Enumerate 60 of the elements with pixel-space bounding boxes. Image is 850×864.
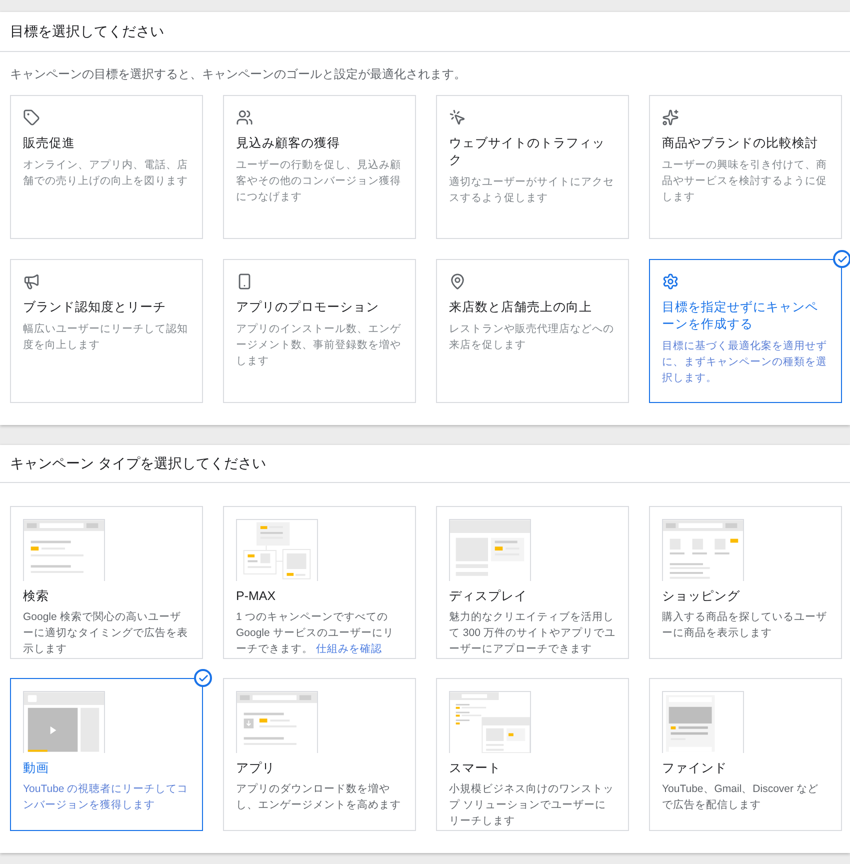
goal-title: ブランド認知度とリーチ bbox=[23, 299, 167, 316]
goal-description: ユーザーの興味を引き付けて、商品やサービスを検討するように促します bbox=[662, 158, 828, 205]
goal-description: 幅広いユーザーにリーチして認知度を向上します bbox=[23, 322, 189, 353]
campaign-type-card[interactable]: スマート 小規模ビジネス向けのワンストップ ソリューションでユーザーにリーチします bbox=[436, 678, 629, 831]
campaign-type-description: 魅力的なクリエイティブを活用して 300 万件のサイトやアプリでユーザーにアプローチできます bbox=[449, 610, 616, 657]
campaign-type-card[interactable]: アプリ アプリのダウンロード数を増やし、エンゲージメントを高めます bbox=[223, 678, 416, 831]
campaign-type-title: ファインド bbox=[662, 760, 728, 776]
campaign-type-title: P-MAX bbox=[236, 588, 277, 604]
goal-description: 目標に基づく最適化案を適用せずに、まずキャンペーンの種類を選択します。 bbox=[662, 339, 828, 386]
campaign-type-card[interactable]: 検索 Google 検索で関心の高いユーザーに適切なタイミングで広告を表示します bbox=[10, 506, 203, 659]
goal-card[interactable]: 来店数と店舗売上の向上 レストランや販売代理店などへの来店を促します bbox=[436, 259, 629, 403]
campaign-type-card[interactable]: ディスプレイ 魅力的なクリエイティブを活用して 300 万件のサイトやアプリでユーザーにアプローチできます bbox=[436, 506, 629, 659]
goal-title: アプリのプロモーション bbox=[236, 299, 380, 316]
goal-card[interactable]: 商品やブランドの比較検討 ユーザーの興味を引き付けて、商品やサービスを検討するように促します bbox=[649, 95, 842, 239]
goal-title: 見込み顧客の獲得 bbox=[236, 135, 341, 152]
megaphone-icon bbox=[23, 273, 40, 290]
sparkle-icon bbox=[662, 109, 679, 126]
campaign-type-description: 小規模ビジネス向けのワンストップ ソリューションでユーザーにリーチします bbox=[449, 782, 615, 829]
goal-title: ウェブサイトのトラフィック bbox=[449, 135, 606, 169]
campaign-type-description: YouTube の視聴者にリーチしてコンバージョンを獲得します bbox=[23, 782, 190, 813]
goal-description: オンライン、アプリ内、電話、店舗での売り上げの向上を図ります bbox=[23, 158, 189, 189]
campaign-type-description: Google 検索で関心の高いユーザーに適切なタイミングで広告を表示します bbox=[23, 610, 189, 657]
people-icon bbox=[236, 109, 253, 126]
campaign-type-card[interactable]: 動画 YouTube の視聴者にリーチしてコンバージョンを獲得します bbox=[10, 678, 203, 831]
campaign-type-card[interactable]: ファインド YouTube、Gmail、Discover などで広告を配信します bbox=[649, 678, 842, 831]
goal-title: 商品やブランドの比較検討 bbox=[662, 135, 819, 152]
campaign-type-title: ショッピング bbox=[662, 588, 741, 604]
goal-description: アプリのインストール数、エンゲージメント数、事前登録数を増やします bbox=[236, 322, 402, 369]
tag-icon bbox=[23, 109, 40, 126]
campaign-type-card[interactable]: P-MAX 1 つのキャンペーンですべての Google サービスのユーザーにリーチできます。 仕組みを確認 bbox=[223, 506, 416, 659]
campaign-type-description: アプリのダウンロード数を増やし、エンゲージメントを高めます bbox=[236, 782, 402, 813]
goal-card[interactable]: 目標を指定せずにキャンペーンを作成する 目標に基づく最適化案を適用せずに、まずキャンペーンの種類を選択します。 bbox=[649, 259, 842, 403]
campaign-type-title: アプリ bbox=[236, 760, 276, 776]
goal-title: 販売促進 bbox=[23, 135, 76, 152]
goal-card[interactable]: ウェブサイトのトラフィック 適切なユーザーがサイトにアクセスするよう促します bbox=[436, 95, 629, 239]
goal-card[interactable]: アプリのプロモーション アプリのインストール数、エンゲージメント数、事前登録数を増やします bbox=[223, 259, 416, 403]
goal-description: 適切なユーザーがサイトにアクセスするよう促します bbox=[449, 175, 615, 206]
goal-title: 目標を指定せずにキャンペーンを作成する bbox=[662, 299, 819, 333]
learn-more-link[interactable]: 仕組みを確認 bbox=[316, 643, 382, 655]
goal-description: レストランや販売代理店などへの来店を促します bbox=[449, 322, 615, 353]
campaign-type-description: 購入する商品を探しているユーザーに商品を表示します bbox=[662, 610, 828, 641]
section-subtitle: キャンペーンの目標を選択すると、キャンペーンのゴールと設定が最適化されます。 bbox=[9, 66, 467, 83]
goal-card[interactable]: ブランド認知度とリーチ 幅広いユーザーにリーチして認知度を向上します bbox=[10, 259, 203, 403]
settings-icon bbox=[662, 273, 679, 290]
goal-card[interactable]: 見込み顧客の獲得 ユーザーの行動を促し、見込み顧客やその他のコンバージョン獲得につなげます bbox=[223, 95, 416, 239]
section-title: キャンペーン タイプを選択してください bbox=[10, 454, 266, 473]
campaign-type-description: YouTube、Gmail、Discover などで広告を配信します bbox=[662, 782, 820, 813]
campaign-type-title: ディスプレイ bbox=[449, 588, 528, 604]
goal-description: ユーザーの行動を促し、見込み顧客やその他のコンバージョン獲得につなげます bbox=[236, 158, 402, 205]
campaign-type-title: スマート bbox=[449, 760, 502, 776]
campaign-type-description: 1 つのキャンペーンですべての Google サービスのユーザーにリーチできます。 仕組みを確認 bbox=[236, 610, 395, 657]
campaign-type-card[interactable]: ショッピング 購入する商品を探しているユーザーに商品を表示します bbox=[649, 506, 842, 659]
phone-icon bbox=[236, 273, 253, 290]
campaign-type-title: 検索 bbox=[23, 588, 50, 604]
goal-title: 来店数と店舗売上の向上 bbox=[449, 299, 593, 316]
goal-card[interactable]: 販売促進 オンライン、アプリ内、電話、店舗での売り上げの向上を図ります bbox=[10, 95, 203, 239]
cursor-click-icon bbox=[449, 109, 466, 126]
campaign-type-title: 動画 bbox=[23, 760, 50, 776]
map-pin-icon bbox=[449, 273, 466, 290]
section-title: 目標を選択してください bbox=[10, 22, 164, 41]
